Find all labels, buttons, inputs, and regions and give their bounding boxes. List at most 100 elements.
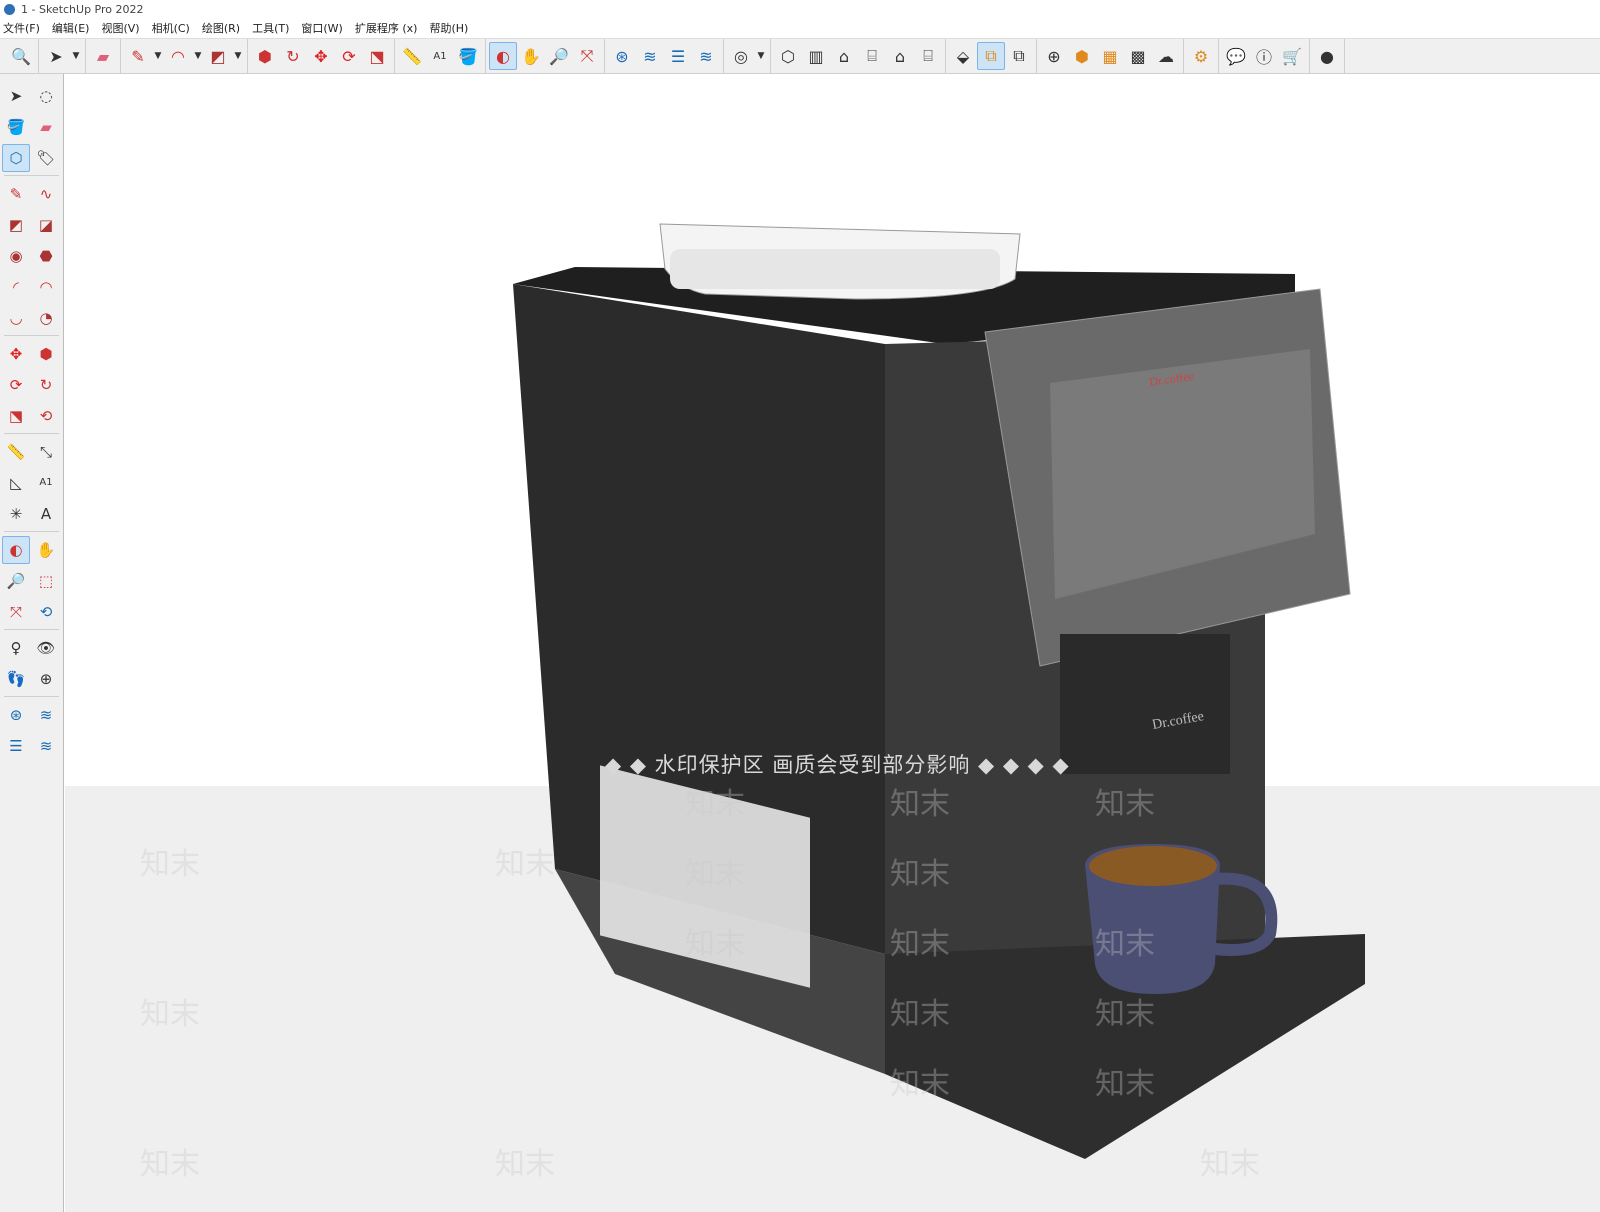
menu-file[interactable]: 文件(F) (3, 20, 40, 36)
zoom-tool-icon[interactable]: 🔎 (2, 567, 30, 595)
orbit-icon[interactable]: ◐ (489, 42, 517, 70)
left-view-icon[interactable]: ⌸ (914, 42, 942, 70)
axes-tool-icon[interactable]: ✳ (2, 500, 30, 528)
pan-icon[interactable]: ✋ (517, 42, 545, 70)
extension-manager-tool-icon[interactable]: ≋ (32, 732, 60, 760)
tape-measure-icon[interactable]: 📏 (398, 42, 426, 70)
select-icon[interactable]: ➤ (42, 42, 70, 70)
right-view-icon[interactable]: ⌸ (858, 42, 886, 70)
zoom-extents-icon[interactable]: ⤧ (573, 42, 601, 70)
offset-tool-icon[interactable]: ⟲ (32, 402, 60, 430)
menu-window[interactable]: 窗口(W) (301, 20, 342, 36)
component-tool-icon[interactable]: ⬡ (2, 143, 30, 172)
modeling-viewport[interactable]: Dr.coffee Dr.coffee ◆ ◆ 水印保护区 画质会受到部分影响 … (65, 74, 1600, 1212)
circle-tool-icon[interactable]: ◉ (2, 242, 30, 270)
arc-icon[interactable]: ◠ (164, 42, 192, 70)
scale-icon[interactable]: ⬔ (363, 42, 391, 70)
info-icon[interactable]: ⓘ (1250, 42, 1278, 70)
rectangle-icon[interactable]: ◩ (204, 42, 232, 70)
position-camera-icon[interactable]: ♀ (2, 634, 30, 662)
dynamic-components-icon[interactable]: ▩ (1124, 42, 1152, 70)
follow-me-icon[interactable]: ↻ (279, 42, 307, 70)
section-display-icon[interactable]: ⧉ (977, 42, 1005, 70)
iso-view-icon[interactable]: ⬡ (774, 42, 802, 70)
tag-tool-icon[interactable]: 🏷 (32, 144, 60, 172)
zoom-extents-tool-icon[interactable]: ⤧ (2, 598, 30, 626)
rotate-icon[interactable]: ⟳ (335, 42, 363, 70)
3d-text-tool-icon[interactable]: A (32, 500, 60, 528)
look-around-icon[interactable]: 👁 (32, 634, 60, 662)
layers-icon[interactable]: ☰ (664, 42, 692, 70)
message-icon[interactable]: 💬 (1222, 42, 1250, 70)
section-plane-icon[interactable]: ⬙ (949, 42, 977, 70)
menu-extensions[interactable]: 扩展程序 (x) (355, 20, 418, 36)
pencil-icon[interactable]: ✎ (124, 42, 152, 70)
extension-manager-icon[interactable]: ⚙ (1187, 42, 1215, 70)
cart-icon[interactable]: 🛒 (1278, 42, 1306, 70)
two-point-arc-icon[interactable]: ◠ (32, 273, 60, 301)
menu-edit[interactable]: 编辑(E) (52, 20, 90, 36)
lasso-select-icon[interactable]: ◌ (32, 82, 60, 110)
menu-view[interactable]: 视图(V) (101, 20, 139, 36)
extension-warehouse-tool-icon[interactable]: ≋ (32, 701, 60, 729)
push-pull-icon[interactable]: ⬢ (251, 42, 279, 70)
line-tool-icon[interactable]: ✎ (2, 180, 30, 208)
menu-tools[interactable]: 工具(T) (252, 20, 289, 36)
terrain-icon[interactable]: ⬢ (1068, 42, 1096, 70)
move-tool-icon[interactable]: ✥ (2, 340, 30, 368)
layers-settings-icon[interactable]: ≋ (692, 42, 720, 70)
follow-me-tool-icon[interactable]: ↻ (32, 371, 60, 399)
eraser-icon[interactable]: ▰ (89, 42, 117, 70)
rotate-tool-icon[interactable]: ⟳ (2, 371, 30, 399)
paint-tool-icon[interactable]: 🪣 (2, 113, 30, 141)
layout-tool-icon[interactable]: ☰ (2, 732, 30, 760)
zoom-window-icon[interactable]: ⬚ (32, 567, 60, 595)
select-dropdown-icon[interactable]: ▼ (70, 42, 82, 70)
dimension-tool-icon[interactable]: ⤡ (32, 438, 60, 466)
text-icon[interactable]: A1 (426, 42, 454, 70)
menu-help[interactable]: 帮助(H) (429, 20, 468, 36)
search-icon[interactable]: 🔍 (7, 42, 35, 70)
eraser-tool-icon[interactable]: ▰ (32, 113, 60, 141)
rotated-rect-tool-icon[interactable]: ◪ (32, 211, 60, 239)
photo-texture-icon[interactable]: ▦ (1096, 42, 1124, 70)
select-tool-icon[interactable]: ➤ (2, 82, 30, 110)
section-cut-icon[interactable]: ⧉ (1005, 42, 1033, 70)
menu-camera[interactable]: 相机(C) (152, 20, 190, 36)
profile-icon[interactable]: ● (1313, 42, 1341, 70)
orbit-tool-icon[interactable]: ◐ (2, 535, 30, 564)
text-tool-icon[interactable]: A1 (32, 469, 60, 497)
previous-view-icon[interactable]: ⟲ (32, 598, 60, 626)
pan-tool-icon[interactable]: ✋ (32, 536, 60, 564)
arc-tool-icon[interactable]: ◜ (2, 273, 30, 301)
rectangle-tool-icon[interactable]: ◩ (2, 211, 30, 239)
shape-dropdown-icon[interactable]: ▼ (232, 42, 244, 70)
user-account-icon[interactable]: ◎ (727, 42, 755, 70)
paint-bucket-icon[interactable]: 🪣 (454, 42, 482, 70)
warehouse-tool-icon[interactable]: ⊛ (2, 701, 30, 729)
top-view-icon[interactable]: ▥ (802, 42, 830, 70)
back-view-icon[interactable]: ⌂ (886, 42, 914, 70)
account-dropdown-icon[interactable]: ▼ (755, 42, 767, 70)
freehand-tool-icon[interactable]: ∿ (32, 180, 60, 208)
watermark-logo: 知末 (685, 787, 745, 822)
zoom-icon[interactable]: 🔎 (545, 42, 573, 70)
warehouse-icon[interactable]: ⊛ (608, 42, 636, 70)
front-view-icon[interactable]: ⌂ (830, 42, 858, 70)
extension-warehouse-icon[interactable]: ≋ (636, 42, 664, 70)
pie-tool-icon[interactable]: ◔ (32, 304, 60, 332)
line-dropdown-icon[interactable]: ▼ (152, 42, 164, 70)
move-icon[interactable]: ✥ (307, 42, 335, 70)
cloud-upload-icon[interactable]: ☁ (1152, 42, 1180, 70)
menu-draw[interactable]: 绘图(R) (202, 20, 240, 36)
three-point-arc-icon[interactable]: ◡ (2, 304, 30, 332)
polygon-tool-icon[interactable]: ⬣ (32, 242, 60, 270)
walk-tool-icon[interactable]: 👣 (2, 665, 30, 693)
tape-tool-icon[interactable]: 📏 (2, 438, 30, 466)
section-plane-tool-icon[interactable]: ⊕ (32, 665, 60, 693)
protractor-tool-icon[interactable]: ◺ (2, 469, 30, 497)
scale-tool-icon[interactable]: ⬔ (2, 402, 30, 430)
push-pull-tool-icon[interactable]: ⬢ (32, 340, 60, 368)
add-location-icon[interactable]: ⊕ (1040, 42, 1068, 70)
arc-dropdown-icon[interactable]: ▼ (192, 42, 204, 70)
